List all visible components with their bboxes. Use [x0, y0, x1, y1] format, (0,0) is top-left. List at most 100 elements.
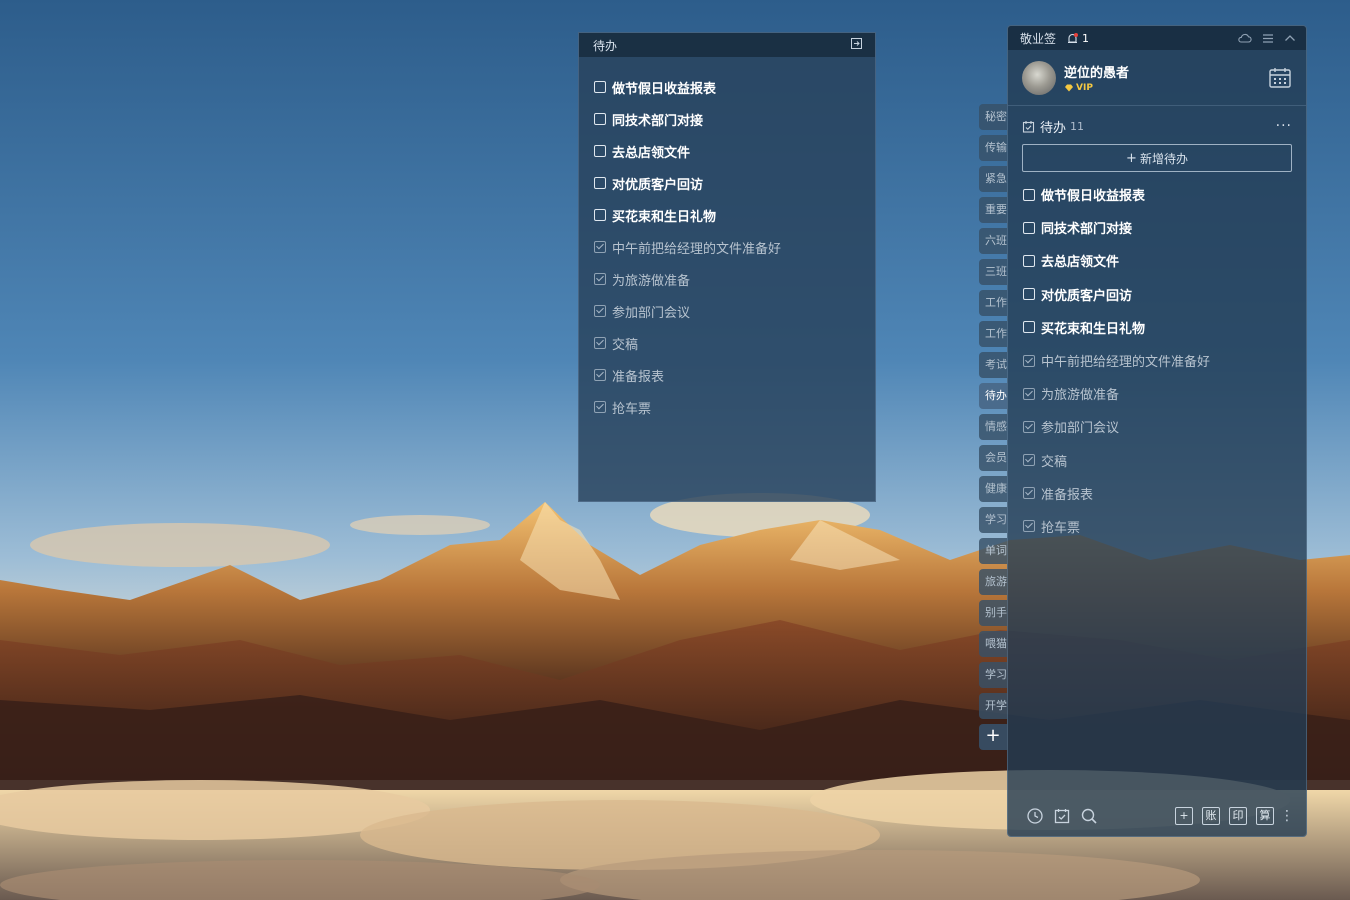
todo-item-done[interactable]: 抢车票 [594, 391, 875, 423]
calendar-icon[interactable] [1268, 66, 1292, 90]
user-info: 逆位的愚者 VIP [1064, 62, 1268, 93]
todo-checkbox-checked[interactable] [594, 241, 606, 253]
todo-checkbox[interactable] [1023, 288, 1035, 301]
todo-checkbox-checked[interactable] [1023, 420, 1035, 433]
todo-checkbox[interactable] [1023, 188, 1035, 201]
todo-checkbox[interactable] [594, 145, 606, 157]
floating-todo-note[interactable]: 待办 做节假日收益报表 同技术部门对接 去总店领文件 对优质客户回访 买花束和生… [578, 32, 876, 502]
todo-text: 去总店领文件 [1041, 255, 1120, 271]
collapse-chevron-up-icon[interactable] [1284, 33, 1296, 43]
category-tab[interactable]: 学习 [979, 662, 1007, 688]
todo-checkbox-checked[interactable] [594, 369, 606, 381]
todo-checkbox-checked[interactable] [594, 273, 606, 285]
todo-checkbox[interactable] [1023, 221, 1035, 234]
todo-item[interactable]: 去总店领文件 [1023, 244, 1306, 277]
todo-item-done[interactable]: 交稿 [594, 327, 875, 359]
title-bar[interactable]: 敬业签 1 [1008, 26, 1306, 50]
user-profile: 逆位的愚者 VIP [1008, 50, 1306, 106]
todo-checkbox-checked[interactable] [594, 337, 606, 349]
notification-bell-icon[interactable] [1066, 32, 1079, 45]
todo-item-done[interactable]: 抢车票 [1023, 510, 1306, 543]
category-tab[interactable]: 会员 [979, 445, 1007, 471]
todo-text: 准备报表 [612, 369, 665, 385]
checklist-icon[interactable] [1053, 807, 1071, 825]
todo-item[interactable]: 买花束和生日礼物 [1023, 311, 1306, 344]
category-tab[interactable]: 单词 [979, 538, 1007, 564]
category-tab[interactable]: 开学 [979, 693, 1007, 719]
more-vertical-button[interactable]: ⋮ [1280, 809, 1294, 823]
todo-checkbox-checked[interactable] [594, 401, 606, 413]
category-tab[interactable]: 健康 [979, 476, 1007, 502]
todo-checkbox-checked[interactable] [1023, 487, 1035, 500]
todo-checkbox-checked[interactable] [1023, 387, 1035, 400]
todo-item[interactable]: 对优质客户回访 [1023, 278, 1306, 311]
accounting-button[interactable]: 账 [1202, 807, 1220, 825]
exit-icon[interactable] [850, 37, 863, 53]
avatar[interactable] [1022, 60, 1056, 95]
clock-icon[interactable] [1026, 807, 1044, 825]
section-count: 11 [1070, 119, 1085, 133]
category-tabs: 秘密 传输 紧急 重要 六班 三班 工作 工作 考试 待办 情感 会员 健康 学… [979, 104, 1007, 750]
todo-item[interactable]: 做节假日收益报表 [1023, 178, 1306, 211]
category-tab[interactable]: 旅游 [979, 569, 1007, 595]
todo-checkbox[interactable] [594, 81, 606, 93]
category-tab[interactable]: 六班 [979, 228, 1007, 254]
todo-item-done[interactable]: 为旅游做准备 [594, 263, 875, 295]
user-name[interactable]: 逆位的愚者 [1064, 62, 1268, 81]
category-tab[interactable]: 工作 [979, 290, 1007, 316]
todo-item-done[interactable]: 准备报表 [1023, 477, 1306, 510]
todo-checkbox-checked[interactable] [594, 305, 606, 317]
todo-text: 中午前把给经理的文件准备好 [1041, 355, 1211, 371]
category-tab[interactable]: 学习 [979, 507, 1007, 533]
cloud-sync-icon[interactable] [1237, 32, 1252, 44]
todo-item-done[interactable]: 中午前把给经理的文件准备好 [1023, 344, 1306, 377]
category-tab[interactable]: 别手 [979, 600, 1007, 626]
todo-item[interactable]: 同技术部门对接 [594, 103, 875, 135]
add-todo-button[interactable]: + 新增待办 [1022, 144, 1292, 172]
category-tab[interactable]: 传输 [979, 135, 1007, 161]
todo-text: 参加部门会议 [612, 305, 691, 321]
todo-item[interactable]: 同技术部门对接 [1023, 211, 1306, 244]
todo-checkbox[interactable] [594, 177, 606, 189]
todo-item-done[interactable]: 中午前把给经理的文件准备好 [594, 231, 875, 263]
add-category-button[interactable]: + [979, 724, 1007, 750]
floating-note-header[interactable]: 待办 [579, 33, 875, 57]
todo-text: 准备报表 [1041, 487, 1094, 503]
calculator-button[interactable]: 算 [1256, 807, 1274, 825]
category-tab[interactable]: 考试 [979, 352, 1007, 378]
category-tab[interactable]: 三班 [979, 259, 1007, 285]
todo-item[interactable]: 买花束和生日礼物 [594, 199, 875, 231]
search-icon[interactable] [1080, 807, 1098, 825]
category-tab[interactable]: 紧急 [979, 166, 1007, 192]
todo-item[interactable]: 做节假日收益报表 [594, 71, 875, 103]
todo-checkbox-checked[interactable] [1023, 354, 1035, 367]
category-tab-active[interactable]: 待办 [979, 383, 1007, 409]
more-options-button[interactable]: ··· [1276, 118, 1292, 134]
todo-item[interactable]: 对优质客户回访 [594, 167, 875, 199]
todo-item-done[interactable]: 参加部门会议 [594, 295, 875, 327]
todo-checkbox[interactable] [594, 209, 606, 221]
category-tab[interactable]: 秘密 [979, 104, 1007, 130]
floating-note-title: 待办 [593, 38, 618, 53]
vip-badge[interactable]: VIP [1064, 83, 1268, 93]
new-note-button[interactable]: + [1175, 807, 1193, 825]
category-tab[interactable]: 重要 [979, 197, 1007, 223]
todo-item-done[interactable]: 为旅游做准备 [1023, 377, 1306, 410]
bottom-toolbar: + 账 印 算 ⋮ [1008, 796, 1306, 836]
todo-checkbox-checked[interactable] [1023, 454, 1035, 467]
category-tab[interactable]: 喂猫 [979, 631, 1007, 657]
todo-item-done[interactable]: 参加部门会议 [1023, 410, 1306, 443]
print-button[interactable]: 印 [1229, 807, 1247, 825]
todo-item-done[interactable]: 准备报表 [594, 359, 875, 391]
panel-todo-list: 做节假日收益报表 同技术部门对接 去总店领文件 对优质客户回访 买花束和生日礼物… [1008, 176, 1306, 543]
todo-checkbox[interactable] [1023, 321, 1035, 334]
todo-item-done[interactable]: 交稿 [1023, 444, 1306, 477]
todo-item[interactable]: 去总店领文件 [594, 135, 875, 167]
menu-icon[interactable] [1262, 33, 1274, 44]
todo-checkbox[interactable] [594, 113, 606, 125]
todo-checkbox[interactable] [1023, 254, 1035, 267]
diamond-icon [1065, 84, 1073, 92]
todo-checkbox-checked[interactable] [1023, 520, 1035, 533]
category-tab[interactable]: 工作 [979, 321, 1007, 347]
category-tab[interactable]: 情感 [979, 414, 1007, 440]
